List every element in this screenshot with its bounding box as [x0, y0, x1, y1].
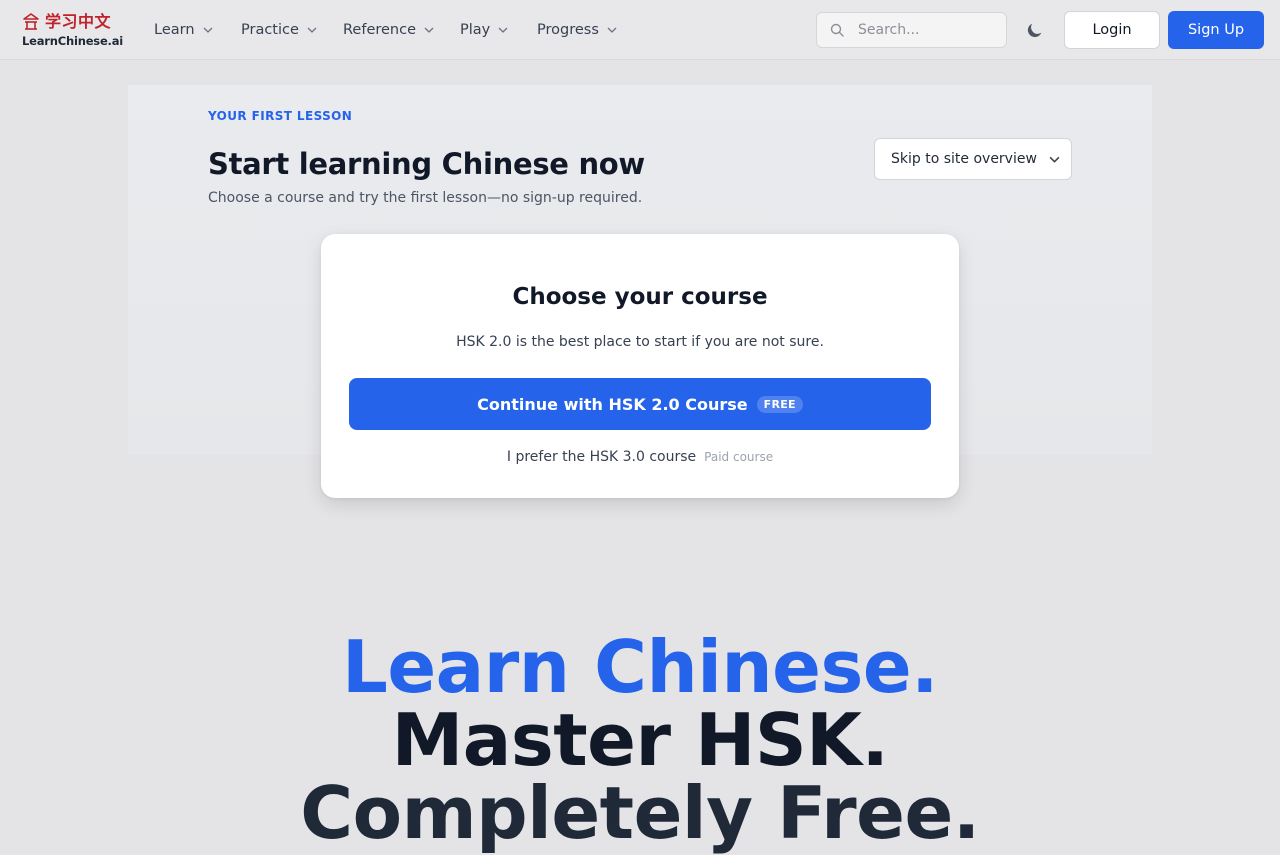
nav-reference[interactable]: Reference	[343, 0, 434, 60]
chevron-down-icon	[607, 27, 617, 33]
hero-line-1: Learn Chinese.	[341, 625, 939, 709]
hero-line-2: Master HSK.	[391, 698, 889, 782]
card-title: Choose your course	[512, 284, 768, 310]
nav-progress[interactable]: Progress	[537, 0, 617, 60]
card-description: HSK 2.0 is the best place to start if yo…	[456, 334, 824, 350]
chevron-down-icon	[1049, 156, 1060, 163]
hsk3-course-link[interactable]: I prefer the HSK 3.0 course	[507, 449, 696, 465]
continue-hsk2-button[interactable]: Continue with HSK 2.0 Course FREE	[349, 378, 931, 430]
site-header: 学习中文 LearnChinese.ai Learn Practice Refe…	[0, 0, 1280, 60]
signup-button[interactable]: Sign Up	[1168, 11, 1264, 49]
cta-label: Continue with HSK 2.0 Course	[477, 394, 748, 414]
paid-course-note: Paid course	[704, 450, 774, 464]
chevron-down-icon	[498, 27, 508, 33]
skip-label: Skip to site overview	[891, 151, 1037, 167]
nav-play-label: Play	[460, 22, 491, 38]
chevron-down-icon	[307, 27, 317, 33]
nav-play[interactable]: Play	[460, 0, 508, 60]
logo-chinese-text: 学习中文	[45, 12, 112, 31]
pagoda-logo-icon	[23, 13, 39, 30]
nav-reference-label: Reference	[343, 22, 417, 38]
page-subtitle: Choose a course and try the first lesson…	[208, 190, 643, 206]
page-title: Start learning Chinese now	[208, 147, 645, 181]
hsk3-option: I prefer the HSK 3.0 course Paid course	[321, 449, 959, 465]
site-logo[interactable]: 学习中文 LearnChinese.ai	[22, 12, 124, 50]
search-input[interactable]: Search...	[816, 12, 1007, 48]
course-choice-card: Choose your course HSK 2.0 is the best p…	[321, 234, 959, 498]
nav-progress-label: Progress	[537, 22, 599, 38]
section-eyebrow: YOUR FIRST LESSON	[208, 109, 353, 123]
nav-learn-label: Learn	[154, 22, 195, 38]
search-icon	[830, 23, 844, 37]
login-button[interactable]: Login	[1064, 11, 1160, 49]
nav-practice[interactable]: Practice	[241, 0, 317, 60]
nav-practice-label: Practice	[241, 22, 299, 38]
moon-icon[interactable]	[1026, 21, 1044, 39]
hero-line-3: Completely Free.	[300, 771, 980, 855]
chevron-down-icon	[424, 27, 434, 33]
logo-wordmark: LearnChinese.ai	[22, 34, 124, 48]
nav-learn[interactable]: Learn	[154, 0, 213, 60]
search-placeholder: Search...	[858, 22, 920, 38]
skip-to-overview-button[interactable]: Skip to site overview	[874, 138, 1072, 180]
chevron-down-icon	[203, 27, 212, 33]
free-badge: FREE	[756, 395, 803, 413]
